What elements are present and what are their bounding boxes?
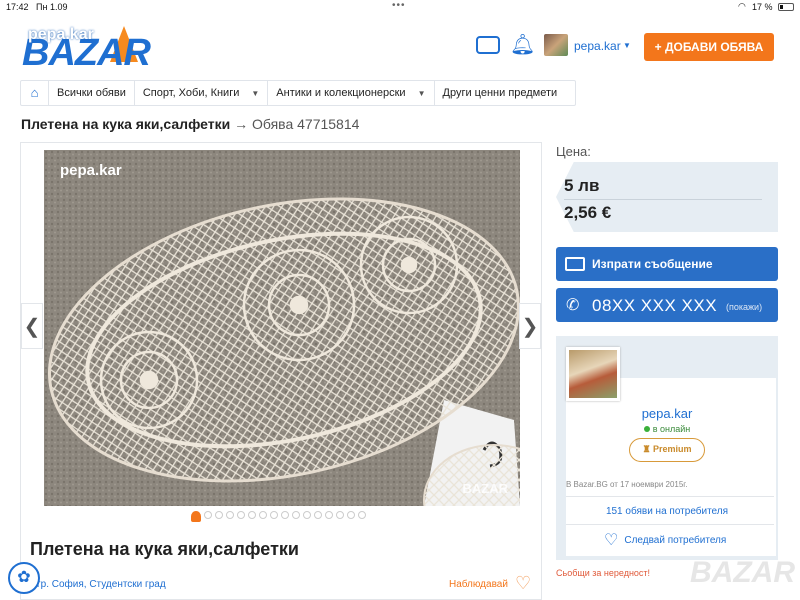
photo-gallery: pepa.kar BAZAR ❮ ❯ Плетена на кука яки,с… [20,142,542,600]
breadcrumb-label: Спорт, Хоби, Книги [142,87,240,99]
chevron-down-icon[interactable]: ▼ [251,89,259,98]
photo-dot[interactable] [191,511,201,522]
photo-dot[interactable] [292,511,300,519]
heart-icon: ♡ [604,532,619,549]
messages-icon[interactable] [476,36,500,54]
watch-label[interactable]: Наблюдавай [449,579,508,590]
bazar-logo[interactable]: pepa.kar BAZAR [22,18,152,74]
premium-label: Premium [653,444,692,454]
next-photo-button[interactable]: ❯ [519,303,541,349]
report-link[interactable]: Сьобщи за нередност! [556,568,650,578]
premium-badge: ♜ Premium [629,438,705,462]
breadcrumb-sport-hobby-books[interactable]: Спорт, Хоби, Книги ▼ [135,81,269,105]
seller-ads-link[interactable]: 151 обяви на потребителя [556,506,778,517]
multitask-dots-icon[interactable]: ••• [392,0,406,11]
status-bar: 17:42 Пн 1.09 ••• ◠ 17 % [0,0,800,14]
add-listing-button[interactable]: + ДОБАВИ ОБЯВА [644,33,774,61]
ad-number: Обява 47715814 [251,116,360,132]
seller-avatar[interactable] [566,347,620,401]
send-message-button[interactable]: Изпрати съобщение [556,247,778,281]
previous-photo-button[interactable]: ❮ [21,303,43,349]
photo-dot[interactable] [281,511,289,519]
status-date: Пн 1.09 [36,2,68,12]
price-divider [564,199,762,200]
price-label: Цена: [556,144,591,159]
page-title: Плетена на кука яки,салфетки → Обява 477… [21,116,359,132]
photo-dot[interactable] [215,511,223,519]
phone-number: 08XX XXX XXX [592,296,718,315]
photo-dot[interactable] [204,511,212,519]
listing-photo[interactable]: pepa.kar BAZAR [44,150,520,506]
show-phone-label: (покажи) [726,302,763,312]
wifi-icon: ◠ [738,1,746,11]
heart-icon[interactable]: ♡ [515,573,531,594]
follow-label: Следвай потребителя [624,535,727,546]
breadcrumb-antiques[interactable]: Антики и колекционерски ▼ [268,81,435,105]
photo-dot[interactable] [325,511,333,519]
photo-dot[interactable] [303,511,311,519]
breadcrumb: ⌂ Всички обяви Спорт, Хоби, Книги ▼ Антик… [20,80,576,106]
breadcrumb-label: Всички обяви [57,87,126,99]
photo-dot[interactable] [358,511,366,519]
breadcrumb-label: Други ценни предмети [442,87,558,99]
site-header: pepa.kar BAZAR 🔔︎ pepa.kar ▼ + ДОБАВИ ОБ… [0,14,800,76]
show-phone-button[interactable]: ✆ 08XX XXX XXX (покажи) [556,288,778,322]
user-menu-name[interactable]: pepa.kar [574,39,621,53]
accessibility-cookie-icon[interactable]: ✿ [8,562,40,594]
online-dot-icon [643,426,650,432]
photo-pagination [191,511,366,522]
photo-dot[interactable] [259,511,267,519]
location-link[interactable]: гр. София, Студентски град [37,579,166,590]
breadcrumb-label: Антики и колекционерски [276,87,406,99]
divider [566,496,774,497]
chevron-down-icon[interactable]: ▼ [418,89,426,98]
price-eur: 2,56 € [564,203,612,222]
battery-icon [778,3,794,11]
listing-title: Плетена на кука яки,салфетки [21,116,231,132]
envelope-icon [565,257,585,271]
home-icon[interactable]: ⌂ [21,81,49,105]
chevron-down-icon[interactable]: ▼ [623,41,631,50]
member-since: В Bazar.BG от 17 ноември 2015г. [566,480,688,489]
photo-dot[interactable] [314,511,322,519]
breadcrumb-all-ads[interactable]: Всички обяви [49,81,135,105]
notifications-bell-icon[interactable]: 🔔︎ [510,32,535,57]
send-message-label: Изпрати съобщение [592,257,713,271]
seller-name[interactable]: pepa.kar [556,406,778,421]
title-arrow: → [234,116,249,132]
breadcrumb-other-valuables[interactable]: Други ценни предмети [435,81,566,105]
photo-dot[interactable] [237,511,245,519]
price-bgn: 5 лв [564,176,600,195]
follow-user-button[interactable]: ♡ Следвай потребителя [604,530,726,550]
photo-dot[interactable] [347,511,355,519]
status-time: 17:42 [6,2,29,12]
listing-heading: Плетена на кука яки,салфетки [30,539,299,559]
photo-brand-watermark: BAZAR [462,481,509,496]
photo-dot[interactable] [226,511,234,519]
photo-dot[interactable] [336,511,344,519]
logo-domain-overlay: pepa.kar [28,26,94,43]
photo-dot[interactable] [248,511,256,519]
divider [566,524,774,525]
user-avatar[interactable] [544,34,568,56]
online-status-label: в онлайн [652,424,691,434]
online-status: в онлайн [556,424,778,434]
photo-dot[interactable] [270,511,278,519]
footer-brand-watermark: BAZAR [690,556,795,589]
phone-icon: ✆ [566,297,580,314]
battery-percent: 17 % [752,2,773,12]
photo-watermark: pepa.kar [60,162,122,179]
crochet-doily-image [44,150,520,506]
